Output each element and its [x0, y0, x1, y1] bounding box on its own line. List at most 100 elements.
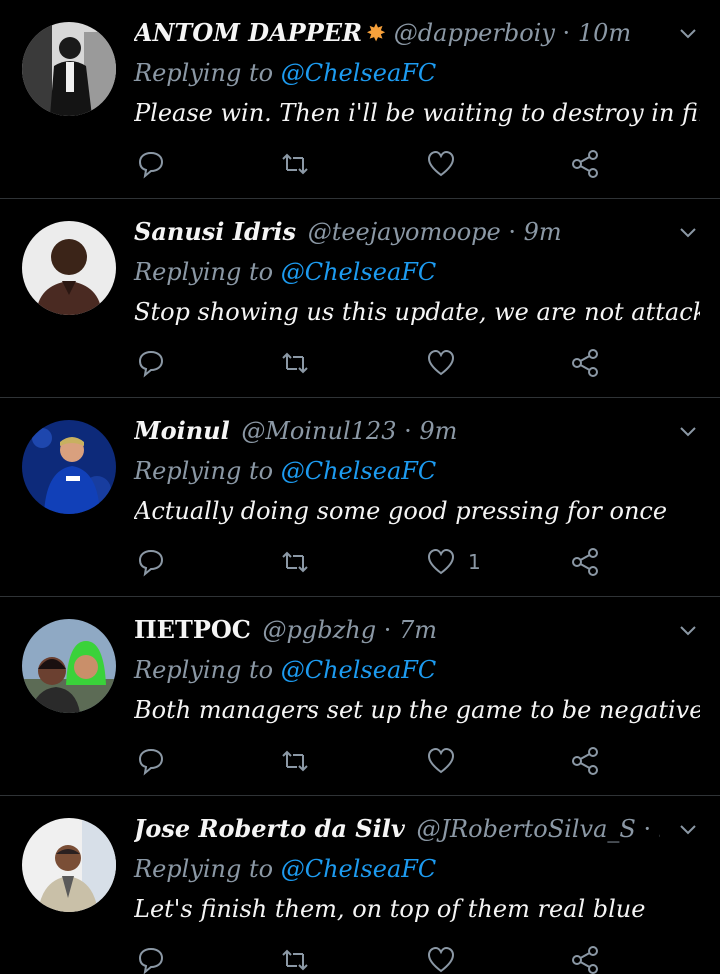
heart-icon	[427, 150, 455, 177]
reply-button[interactable]	[136, 942, 166, 974]
retweet-icon	[282, 750, 308, 772]
reply-button[interactable]	[136, 743, 166, 779]
share-button[interactable]	[570, 146, 600, 182]
share-icon	[572, 747, 598, 775]
timestamp[interactable]: 9m	[419, 417, 457, 445]
retweet-button[interactable]	[280, 146, 310, 182]
chevron-down-icon[interactable]	[678, 422, 698, 442]
timestamp[interactable]: 7m	[399, 616, 437, 644]
chevron-down-icon[interactable]	[678, 820, 698, 840]
replying-to-handle[interactable]: @ChelseaFC	[281, 457, 437, 485]
display-name[interactable]: ANTOM DAPPER	[134, 18, 362, 47]
timestamp[interactable]: 10m	[578, 19, 631, 47]
retweet-button[interactable]	[280, 743, 310, 779]
display-name[interactable]: Sanusi Idris	[134, 217, 296, 246]
avatar[interactable]	[22, 22, 116, 116]
replying-to-label: Replying to	[134, 457, 281, 485]
tweet-actions	[134, 146, 614, 182]
separator-dot: ·	[562, 19, 571, 47]
reply-button[interactable]	[136, 544, 166, 580]
tweet-header: Jose Roberto da Silv @JRobertoSilva_S · …	[134, 812, 660, 846]
tweet-header: ANTOM DAPPER ✸ @dapperboiy · 10m	[134, 16, 660, 50]
share-icon	[572, 349, 598, 377]
user-handle[interactable]: @JRobertoSilva_S	[416, 815, 635, 843]
user-handle[interactable]: @Moinul123	[241, 417, 396, 445]
separator-dot: ·	[643, 815, 652, 843]
tweet-header: Moinul @Moinul123 · 9m	[134, 414, 660, 448]
tweet-text: Both managers set up the game to be nega…	[134, 696, 700, 724]
retweet-button[interactable]	[280, 345, 310, 381]
user-handle[interactable]: @dapperboiy	[394, 19, 555, 47]
avatar[interactable]	[22, 221, 116, 315]
avatar-image	[22, 619, 116, 713]
tweet-actions	[134, 345, 614, 381]
share-button[interactable]	[570, 743, 600, 779]
share-icon	[572, 946, 598, 974]
chevron-down-icon[interactable]	[678, 24, 698, 44]
retweet-button[interactable]	[280, 942, 310, 974]
like-button[interactable]: 1	[426, 544, 481, 580]
heart-icon	[427, 747, 455, 774]
separator-dot: ·	[383, 616, 392, 644]
display-name[interactable]: Jose Roberto da Silv	[134, 814, 405, 843]
like-button[interactable]	[426, 345, 468, 381]
avatar-image	[22, 420, 116, 514]
avatar[interactable]	[22, 420, 116, 514]
avatar[interactable]	[22, 619, 116, 713]
replying-to-label: Replying to	[134, 656, 281, 684]
reply-icon	[138, 748, 164, 776]
share-icon	[572, 548, 598, 576]
heart-icon	[427, 349, 455, 376]
retweet-icon	[282, 352, 308, 374]
like-button[interactable]	[426, 942, 468, 974]
tweet-actions	[134, 743, 614, 779]
replying-to: Replying to @ChelseaFC	[134, 255, 436, 289]
reply-button[interactable]	[136, 146, 166, 182]
share-button[interactable]	[570, 942, 600, 974]
replying-to-label: Replying to	[134, 855, 281, 883]
tweet-item[interactable]: Sanusi Idris @teejayomoope · 9m Replying…	[0, 199, 720, 398]
tweet-actions	[134, 942, 614, 974]
user-handle[interactable]: @teejayomoope	[308, 218, 501, 246]
tweet-item[interactable]: Moinul @Moinul123 · 9m Replying to @Chel…	[0, 398, 720, 597]
timestamp[interactable]: 9m	[659, 815, 660, 843]
tweet-item[interactable]: Jose Roberto da Silv @JRobertoSilva_S · …	[0, 796, 720, 974]
chevron-down-icon[interactable]	[678, 223, 698, 243]
replying-to-label: Replying to	[134, 258, 281, 286]
retweet-icon	[282, 551, 308, 573]
like-button[interactable]	[426, 146, 468, 182]
reply-icon	[138, 350, 164, 378]
user-handle[interactable]: @pgbzhg	[263, 616, 377, 644]
tweet-actions: 1	[134, 544, 614, 580]
separator-dot: ·	[404, 417, 412, 445]
separator-dot: ·	[508, 218, 516, 246]
reply-button[interactable]	[136, 345, 166, 381]
avatar[interactable]	[22, 818, 116, 912]
retweet-button[interactable]	[280, 544, 310, 580]
display-name[interactable]: ΠΕΤΡΟС	[134, 615, 251, 644]
share-button[interactable]	[570, 345, 600, 381]
reply-feed: ANTOM DAPPER ✸ @dapperboiy · 10m Replying…	[0, 0, 720, 974]
avatar-image	[22, 22, 116, 116]
replying-to-label: Replying to	[134, 59, 281, 87]
like-count: 1	[468, 550, 481, 574]
replying-to-handle[interactable]: @ChelseaFC	[281, 59, 437, 87]
chevron-down-icon[interactable]	[678, 621, 698, 641]
tweet-item[interactable]: ANTOM DAPPER ✸ @dapperboiy · 10m Replying…	[0, 0, 720, 199]
tweet-header: Sanusi Idris @teejayomoope · 9m	[134, 215, 660, 249]
display-name[interactable]: Moinul	[134, 416, 230, 445]
timestamp[interactable]: 9m	[524, 218, 562, 246]
tweet-text: Please win. Then i'll be waiting to dest…	[134, 99, 700, 127]
replying-to-handle[interactable]: @ChelseaFC	[281, 855, 437, 883]
tweet-item[interactable]: ΠΕΤΡΟС @pgbzhg · 7m Replying to @Chelsea…	[0, 597, 720, 796]
like-button[interactable]	[426, 743, 468, 779]
reply-icon	[138, 151, 164, 179]
replying-to-handle[interactable]: @ChelseaFC	[281, 656, 437, 684]
tweet-text: Actually doing some good pressing for on…	[134, 497, 668, 525]
replying-to-handle[interactable]: @ChelseaFC	[281, 258, 437, 286]
share-icon	[572, 150, 598, 178]
retweet-icon	[282, 949, 308, 971]
replying-to: Replying to @ChelseaFC	[134, 653, 436, 687]
tweet-header: ΠΕΤΡΟС @pgbzhg · 7m	[134, 613, 660, 647]
share-button[interactable]	[570, 544, 600, 580]
